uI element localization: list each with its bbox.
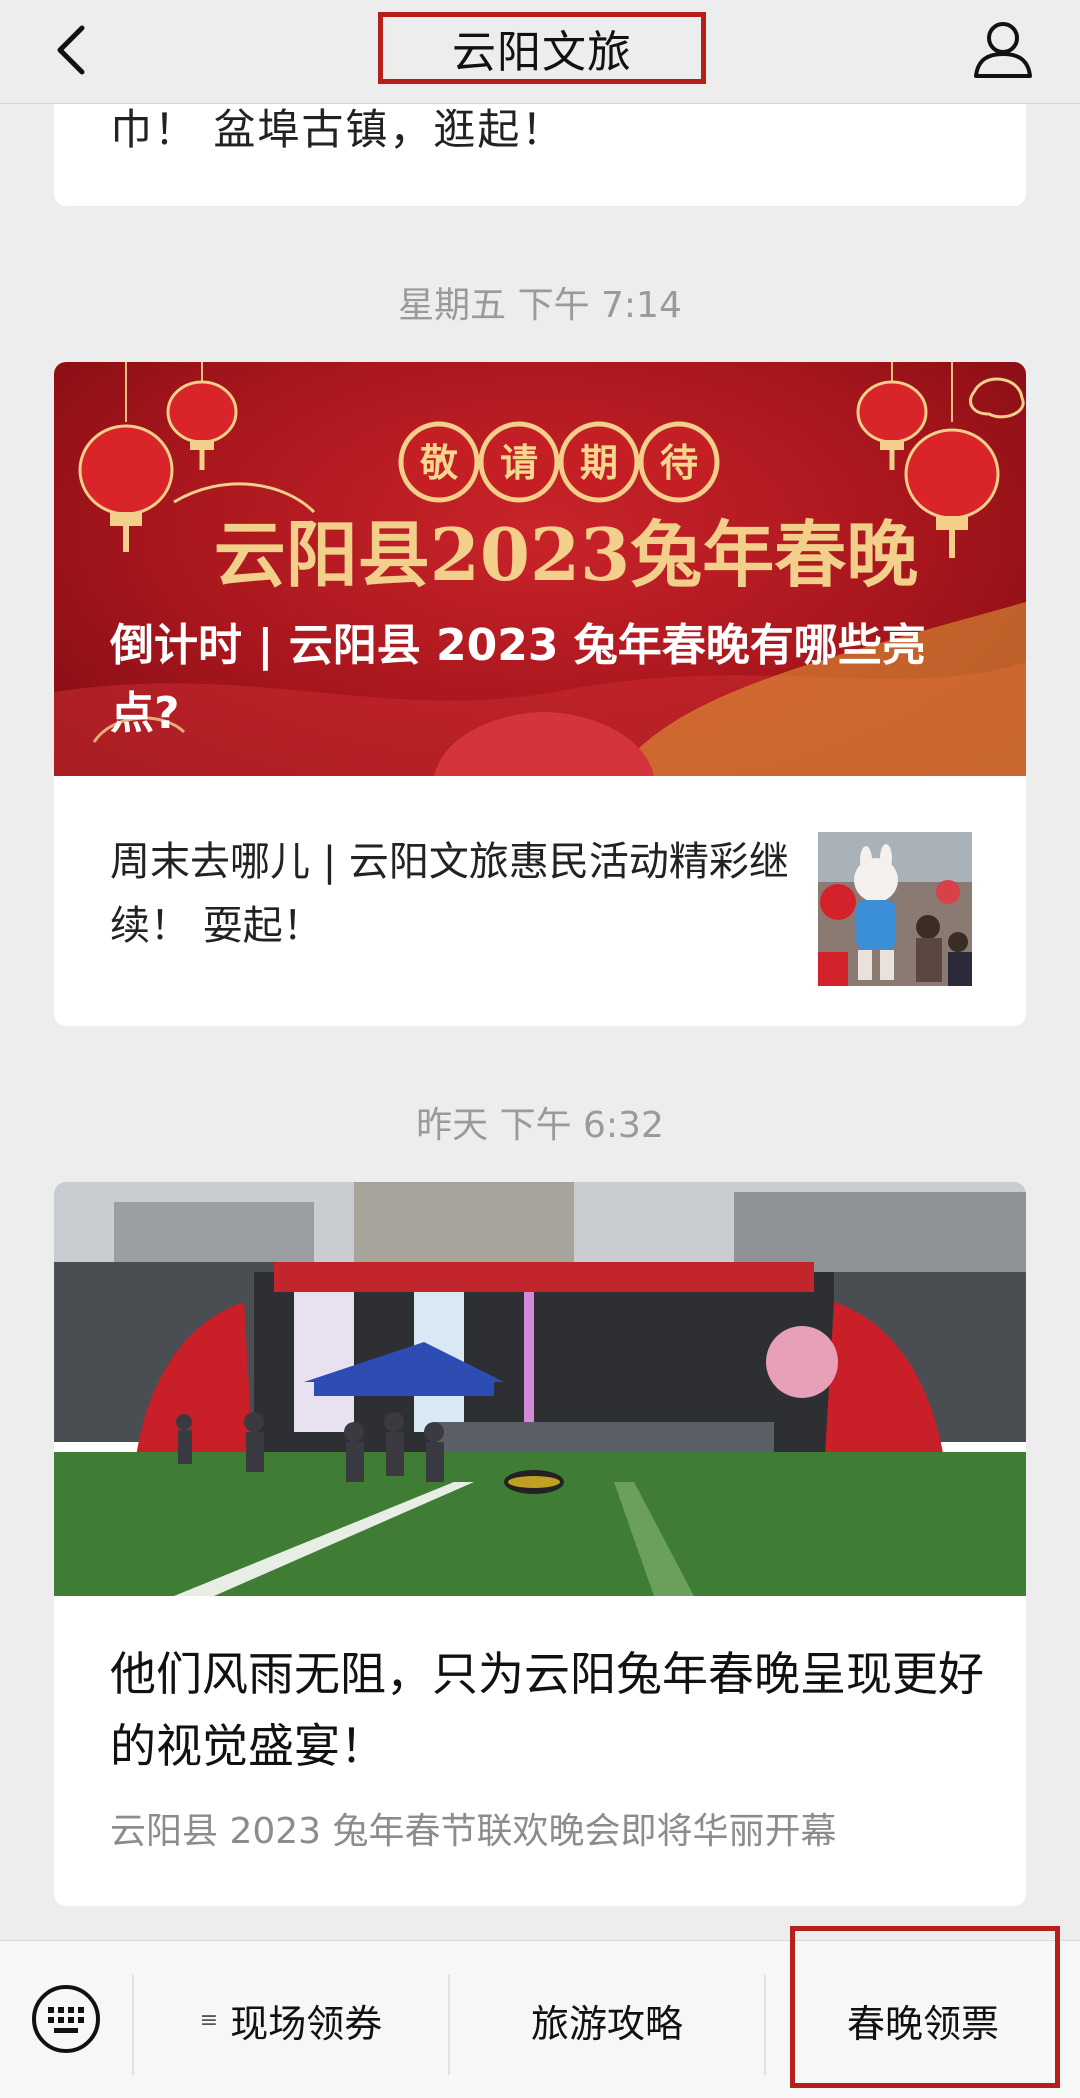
badge-char: 待 (660, 441, 698, 485)
user-icon (974, 22, 1032, 78)
article-row[interactable]: 周末去哪儿 | 云阳文旅惠民活动精彩继续！ 耍起！ (54, 776, 1026, 1026)
article-card-previous[interactable]: 巾！ 盆埠古镇，逛起！ (54, 90, 1026, 206)
menu-item-travel-guide[interactable]: 旅游攻略 (450, 1941, 764, 2098)
banner-headline: 倒计时 | 云阳县 2023 兔年春晚有哪些亮点? (110, 620, 926, 739)
menu-item-coupon[interactable]: ≡ 现场领券 (134, 1941, 448, 2098)
menu-item-label: 旅游攻略 (530, 2001, 683, 2046)
article-card-group: 敬 请 期 待 云阳县2023兔年春晚 倒计时 | 云阳县 2023 兔年春晚有… (54, 362, 1026, 1026)
message-timestamp: 星期五 下午 7:14 (398, 285, 682, 326)
nav-bar: 云阳文旅 (0, 0, 1080, 104)
badge-char: 期 (580, 441, 618, 485)
lantern-icon (166, 362, 238, 470)
badge-char: 请 (500, 441, 538, 485)
lantern-icon (904, 362, 1000, 558)
banner-art-title: 云阳县2023兔年春晚 (214, 512, 918, 597)
keyboard-icon (32, 1985, 100, 2053)
menu-list-icon: ≡ (199, 2007, 219, 2033)
badge-char: 敬 (419, 441, 459, 485)
title-highlight-box: 云阳文旅 (378, 12, 706, 84)
article-title: 周末去哪儿 | 云阳文旅惠民活动精彩继续！ 耍起！ (110, 839, 789, 949)
banner-article[interactable]: 敬 请 期 待 云阳县2023兔年春晚 倒计时 | 云阳县 2023 兔年春晚有… (54, 362, 1026, 776)
article-card-stage[interactable]: 他们风雨无阻，只为云阳兔年春晚呈现更好的视觉盛宴！ 云阳县 2023 兔年春节联… (54, 1182, 1026, 1906)
back-button[interactable] (40, 18, 104, 82)
menu-item-label: 现场领券 (230, 2001, 383, 2046)
lantern-icon (78, 362, 174, 552)
article-headline: 他们风雨无阻，只为云阳兔年春晚呈现更好的视觉盛宴！ (110, 1647, 984, 1773)
message-timestamp: 昨天 下午 6:32 (416, 1105, 664, 1146)
chevron-left-icon (57, 25, 85, 75)
article-subtitle: 云阳县 2023 兔年春节联欢晚会即将华丽开幕 (110, 1811, 837, 1852)
keyboard-toggle-button[interactable] (30, 1983, 102, 2055)
page-title: 云阳文旅 (452, 27, 632, 78)
article-cover-photo (54, 1182, 1026, 1596)
profile-button[interactable] (970, 16, 1036, 82)
article-thumbnail (818, 832, 972, 986)
menu-highlight-box (790, 1926, 1060, 2088)
article-title: 巾！ 盆埠古镇，逛起！ (110, 105, 566, 154)
